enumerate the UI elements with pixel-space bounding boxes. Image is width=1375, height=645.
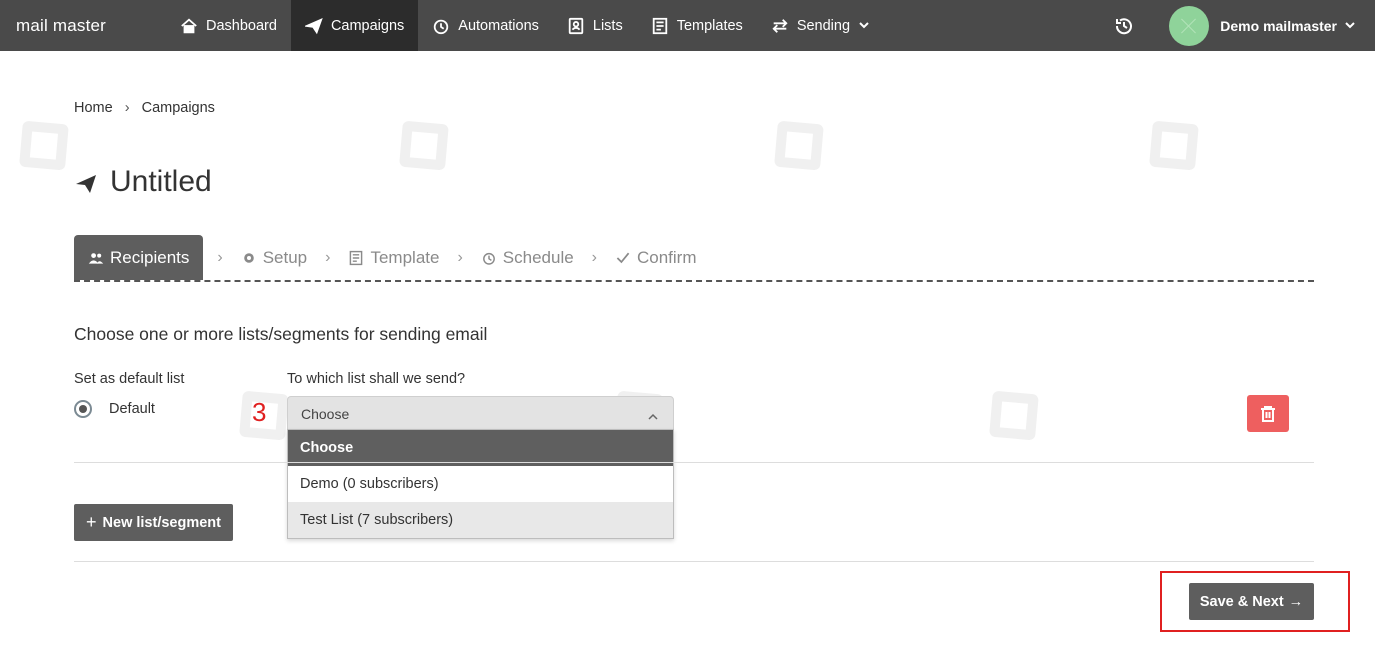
plus-icon: + — [86, 512, 97, 532]
nav-label: Sending — [796, 17, 851, 34]
step-label: Template — [370, 247, 440, 267]
main-content: Home › Campaigns Untitled Recipients › S… — [0, 51, 1375, 645]
step-confirm[interactable]: Confirm — [611, 235, 701, 280]
paper-plane-icon — [74, 170, 98, 194]
nav-label: Campaigns — [330, 17, 405, 34]
step-template[interactable]: Template — [344, 235, 443, 280]
step-label: Recipients — [110, 247, 190, 267]
step-label: Setup — [262, 247, 308, 267]
page-title: Untitled — [74, 165, 212, 199]
user-name[interactable]: Demo mailmaster — [1220, 18, 1337, 34]
new-list-segment-button[interactable]: + New list/segment — [74, 504, 233, 541]
list-select[interactable]: Choose — [287, 396, 674, 431]
default-radio-label: Default — [109, 401, 155, 417]
breadcrumb-home[interactable]: Home — [74, 100, 113, 116]
save-next-button[interactable]: Save & Next → — [1189, 583, 1314, 620]
step-separator: › — [325, 248, 331, 266]
list-option-choose[interactable]: Choose — [288, 430, 673, 466]
step-separator: › — [457, 248, 463, 266]
brand-logo[interactable]: mail master — [16, 16, 166, 36]
list-select-dropdown: Choose Demo (0 subscribers) Test List (7… — [287, 429, 674, 539]
default-radio-group[interactable]: Default — [74, 400, 155, 418]
step-separator: › — [591, 248, 597, 266]
list-option-test-list[interactable]: Test List (7 subscribers) — [288, 502, 673, 538]
home-icon — [180, 17, 198, 35]
section-title: Choose one or more lists/segments for se… — [74, 324, 488, 344]
arrow-right-icon: → — [1288, 593, 1304, 610]
history-icon[interactable] — [1113, 15, 1135, 37]
divider — [74, 561, 1314, 562]
step-recipients[interactable]: Recipients — [74, 235, 204, 280]
avatar[interactable] — [1169, 5, 1210, 46]
users-icon — [88, 252, 104, 264]
new-list-segment-label: New list/segment — [102, 514, 221, 531]
default-radio[interactable] — [74, 400, 92, 418]
step-schedule[interactable]: Schedule — [477, 235, 578, 280]
step-separator: › — [217, 248, 223, 266]
wizard-steps: Recipients › Setup › Template › Schedule… — [74, 235, 1314, 282]
save-next-label: Save & Next — [1199, 593, 1284, 610]
check-icon — [616, 252, 630, 263]
breadcrumb-current[interactable]: Campaigns — [142, 100, 215, 116]
chevron-down-icon — [859, 18, 869, 34]
alarm-clock-icon — [482, 252, 495, 265]
breadcrumb: Home › Campaigns — [74, 100, 215, 116]
arrows-exchange-icon — [771, 17, 789, 35]
list-option-demo[interactable]: Demo (0 subscribers) — [288, 466, 673, 502]
nav-templates[interactable]: Templates — [637, 0, 757, 51]
page-title-text: Untitled — [110, 165, 212, 198]
template-icon — [350, 250, 363, 265]
top-nav: mail master Dashboard Campaigns Automati… — [0, 0, 1375, 51]
delete-list-button[interactable] — [1247, 395, 1289, 432]
nav-label: Automations — [458, 17, 539, 34]
nav-label: Dashboard — [206, 17, 277, 34]
step-label: Schedule — [502, 247, 574, 267]
alarm-clock-icon — [432, 17, 450, 35]
chevron-down-icon[interactable] — [1345, 17, 1355, 35]
gear-icon — [243, 252, 254, 263]
divider — [74, 462, 1314, 463]
nav-dashboard[interactable]: Dashboard — [166, 0, 291, 51]
nav-campaigns[interactable]: Campaigns — [290, 0, 419, 51]
trash-icon — [1261, 405, 1275, 422]
list-select-value: Choose — [301, 405, 350, 422]
nav-label: Lists — [592, 17, 623, 34]
chevron-up-icon — [648, 409, 658, 420]
paper-plane-icon — [304, 17, 323, 35]
breadcrumb-separator: › — [124, 100, 130, 116]
nav-automations[interactable]: Automations — [418, 0, 553, 51]
annotation-number: 3 — [252, 397, 267, 427]
address-book-icon — [567, 17, 585, 35]
list-select-label: To which list shall we send? — [287, 371, 466, 387]
nav-label: Templates — [676, 17, 743, 34]
nav-lists[interactable]: Lists — [553, 0, 637, 51]
step-setup[interactable]: Setup — [237, 235, 311, 280]
template-icon — [651, 17, 669, 35]
nav-sending[interactable]: Sending — [757, 0, 883, 51]
default-list-label: Set as default list — [74, 371, 185, 387]
step-label: Confirm — [637, 247, 697, 267]
